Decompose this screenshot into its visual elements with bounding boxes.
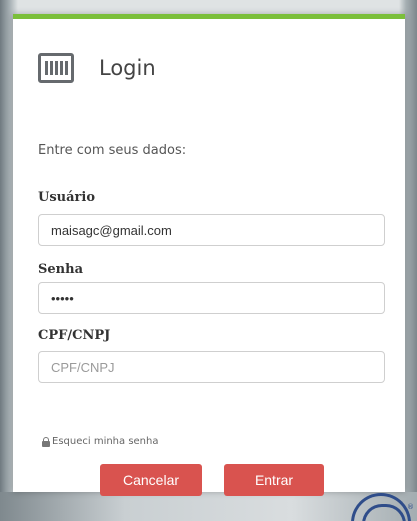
- username-input[interactable]: [38, 214, 385, 246]
- lock-icon: [42, 436, 50, 447]
- password-input[interactable]: [38, 282, 385, 314]
- forgot-password-link[interactable]: Esqueci minha senha: [42, 436, 159, 447]
- login-dialog: Login Entre com seus dados: Usuário Senh…: [13, 14, 405, 496]
- submit-button[interactable]: Entrar: [224, 464, 324, 496]
- document-input[interactable]: [38, 351, 385, 383]
- cancel-button[interactable]: Cancelar: [100, 464, 202, 496]
- dialog-title: Login: [99, 56, 156, 80]
- barcode-icon: [38, 53, 74, 83]
- registered-mark: ®: [407, 503, 414, 511]
- forgot-password-label: Esqueci minha senha: [52, 436, 159, 447]
- password-label: Senha: [38, 262, 83, 277]
- document-label: CPF/CNPJ: [38, 328, 111, 343]
- instructions-text: Entre com seus dados:: [38, 143, 187, 158]
- username-label: Usuário: [38, 190, 95, 205]
- dialog-header: Login: [38, 53, 156, 83]
